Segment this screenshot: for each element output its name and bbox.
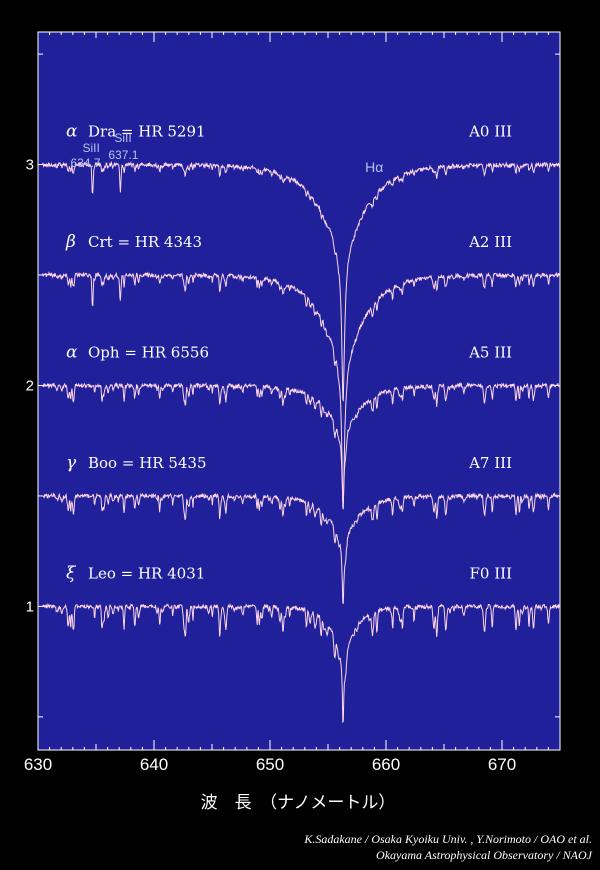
star-greek-letter: β xyxy=(65,232,76,252)
star-greek-letter: γ xyxy=(66,453,77,473)
credit-line-1: K.Sadakane / Osaka Kyoiku Univ. , Y.Nori… xyxy=(304,832,592,846)
x-tick-label: 630 xyxy=(24,755,52,774)
spectral-type: F0 III xyxy=(470,564,513,582)
x-tick-label: 640 xyxy=(140,755,168,774)
x-tick-label: 670 xyxy=(488,755,516,774)
star-name: Dra = HR 5291 xyxy=(88,123,206,141)
siii-label: SiII xyxy=(114,131,131,145)
spectral-type: A5 III xyxy=(468,343,512,361)
star-name: Boo = HR 5435 xyxy=(88,454,207,472)
y-tick-label: 3 xyxy=(26,157,34,174)
x-axis-label: 波 長 （ナノメートル） xyxy=(201,793,396,813)
star-name: Oph = HR 6556 xyxy=(88,343,209,361)
credit-line-2: Okayama Astrophysical Observatory / NAOJ xyxy=(376,848,592,862)
spectral-type: A2 III xyxy=(468,233,512,251)
star-greek-letter: α xyxy=(66,122,78,142)
spectral-type: A0 III xyxy=(468,123,512,141)
x-tick-label: 660 xyxy=(372,755,400,774)
star-name: Leo = HR 4031 xyxy=(88,564,205,582)
x-tick-label: 650 xyxy=(256,755,284,774)
y-tick-label: 1 xyxy=(26,598,34,615)
star-greek-letter: ξ xyxy=(66,563,77,583)
spectra-chart: 630 640 650 660 670 1 2 3 α Dra = HR 5291 A0 III β… xyxy=(24,31,561,813)
star-greek-letter: α xyxy=(66,342,78,362)
siii-label: SiII xyxy=(83,141,100,155)
spectral-type: A7 III xyxy=(468,454,512,472)
siii-wavelength: 637.1 xyxy=(108,148,138,162)
y-tick-label: 2 xyxy=(26,377,34,394)
siii-wavelength: 634.7 xyxy=(71,156,101,170)
halpha-label: Hα xyxy=(365,159,383,175)
star-name: Crt = HR 4343 xyxy=(88,233,202,251)
